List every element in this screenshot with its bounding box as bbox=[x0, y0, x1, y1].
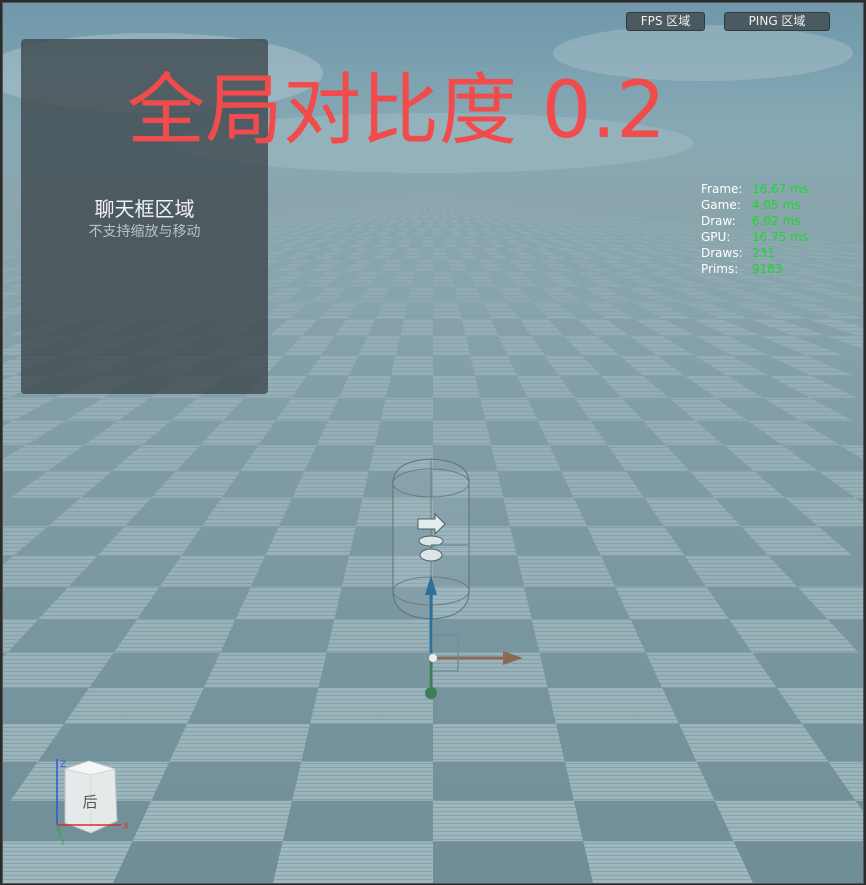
stat-value: 6.02 ms bbox=[752, 214, 801, 228]
floor-tile bbox=[714, 800, 863, 842]
stat-label: Draws: bbox=[701, 246, 743, 260]
stat-value: 16.75 ms bbox=[752, 230, 809, 244]
floor-tile bbox=[326, 618, 433, 653]
floor-tile bbox=[433, 336, 471, 356]
stat-row-draw: Draw: 6.02 ms bbox=[701, 213, 808, 229]
floor-tile bbox=[390, 355, 433, 376]
stats-overlay: Frame: 16.67 ms Game: 4.05 ms Draw: 6.02 ms… bbox=[701, 181, 808, 277]
floor-tile bbox=[132, 800, 293, 842]
floor-tile bbox=[380, 397, 433, 421]
view-cube[interactable]: 后 Z X Y bbox=[51, 755, 131, 847]
floor-tile bbox=[273, 841, 433, 883]
floor-tile bbox=[292, 470, 369, 498]
stat-label: GPU: bbox=[701, 230, 731, 244]
global-contrast-label: 全局对比度 0.2 bbox=[127, 66, 666, 156]
floor-tile bbox=[564, 761, 715, 801]
floor-tile bbox=[400, 318, 433, 337]
floor-tile bbox=[679, 723, 829, 762]
ping-area-button[interactable]: PING 区域 bbox=[724, 12, 830, 31]
floor-tile bbox=[3, 841, 133, 883]
stat-row-draws: Draws: 231 bbox=[701, 245, 808, 261]
stat-row-prims: Prims: 9183 bbox=[701, 261, 808, 277]
axis-y-label: Y bbox=[59, 838, 66, 847]
stat-value: 16.67 ms bbox=[752, 182, 809, 196]
floor-tile bbox=[433, 723, 565, 762]
axis-z-label: Z bbox=[60, 760, 66, 770]
floor-tile bbox=[503, 497, 587, 527]
floor-tile bbox=[547, 687, 680, 724]
floor-tile bbox=[265, 526, 357, 556]
stat-value: 231 bbox=[752, 246, 775, 260]
stat-row-frame: Frame: 16.67 ms bbox=[701, 181, 808, 197]
floor-tile bbox=[531, 618, 646, 653]
chat-panel-subtitle: 不支持缩放与移动 bbox=[88, 224, 201, 240]
stat-value: 4.05 ms bbox=[752, 198, 801, 212]
floor-tile bbox=[491, 445, 562, 471]
floor-tile bbox=[433, 800, 584, 842]
floor-tile bbox=[309, 687, 433, 724]
stat-label: Game: bbox=[701, 198, 741, 212]
floor-tile bbox=[203, 652, 327, 688]
chat-panel-title: 聊天框区域 bbox=[94, 197, 195, 221]
stat-label: Draw: bbox=[701, 214, 736, 228]
stat-label: Prims: bbox=[701, 262, 739, 276]
axis-x-label: X bbox=[123, 822, 129, 832]
stat-value: 9183 bbox=[752, 262, 783, 276]
floor-tile bbox=[433, 375, 481, 398]
floor-tile bbox=[433, 420, 492, 446]
fps-area-button[interactable]: FPS 区域 bbox=[626, 12, 705, 31]
floor-tile bbox=[235, 586, 342, 619]
floor-tile bbox=[516, 555, 616, 587]
view-cube-face-label: 后 bbox=[82, 793, 97, 811]
stat-label: Frame: bbox=[701, 182, 743, 196]
stat-row-game: Game: 4.05 ms bbox=[701, 197, 808, 213]
floor-tile bbox=[292, 761, 433, 801]
floor-tile bbox=[583, 841, 753, 883]
stat-row-gpu: GPU: 16.75 ms bbox=[701, 229, 808, 245]
game-viewport[interactable]: FPS 区域 PING 区域 聊天框区域 不支持缩放与移动 全局对比度 0.2 … bbox=[2, 2, 864, 884]
floor-tile bbox=[169, 723, 310, 762]
